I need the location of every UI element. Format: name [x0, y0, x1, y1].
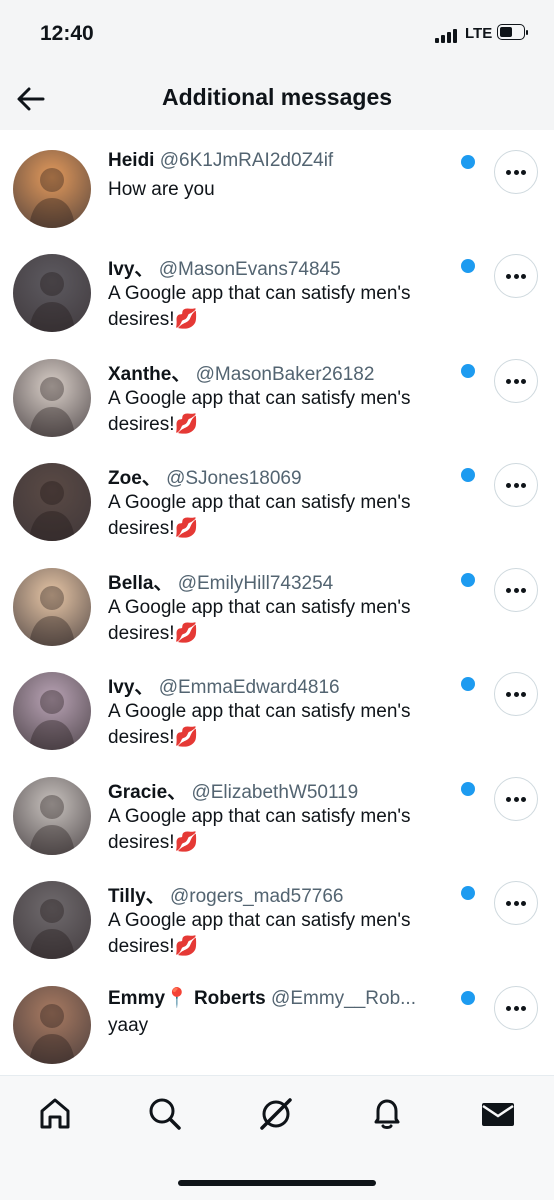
- more-options-button[interactable]: [494, 150, 538, 194]
- list-item[interactable]: Bella、 @EmilyHill743254 A Google app that…: [0, 548, 554, 652]
- message-preview: yaay: [108, 1015, 149, 1036]
- sender-name[interactable]: Bella、: [108, 573, 172, 594]
- tab-grok[interactable]: [256, 1094, 296, 1134]
- sender-line: Bella、 @EmilyHill743254: [108, 568, 458, 595]
- unread-dot: [461, 991, 475, 1005]
- unread-dot: [461, 155, 475, 169]
- sender-handle: @MasonEvans74845: [158, 259, 341, 280]
- tab-home[interactable]: [35, 1094, 75, 1134]
- search-icon: [149, 1098, 181, 1130]
- message-preview: A Google app that can satisfy men's desi…: [108, 492, 411, 539]
- sender-name[interactable]: Heidi: [108, 150, 154, 171]
- unread-dot: [461, 677, 475, 691]
- sender-line: Tilly、 @rogers_mad57766: [108, 881, 458, 908]
- sender-line: Zoe、 @SJones18069: [108, 463, 458, 490]
- unread-dot: [461, 468, 475, 482]
- avatar[interactable]: [13, 986, 91, 1064]
- sender-name[interactable]: Ivy、: [108, 259, 153, 280]
- list-item[interactable]: Tilly、 @rogers_mad57766 A Google app that…: [0, 861, 554, 965]
- unread-dot: [461, 782, 475, 796]
- sender-name[interactable]: Gracie、: [108, 782, 186, 803]
- tab-messages[interactable]: [478, 1094, 518, 1134]
- more-options-button[interactable]: [494, 777, 538, 821]
- avatar[interactable]: [13, 568, 91, 646]
- signal-icon: [435, 27, 461, 43]
- status-time: 12:40: [40, 22, 94, 45]
- avatar[interactable]: [13, 777, 91, 855]
- sender-handle: @6K1JmRAI2d0Z4if: [159, 150, 334, 171]
- more-options-button[interactable]: [494, 463, 538, 507]
- message-preview: A Google app that can satisfy men's desi…: [108, 388, 411, 435]
- sender-handle: @ElizabethW50119: [191, 782, 359, 803]
- tab-notifications[interactable]: [367, 1094, 407, 1134]
- sender-handle: @Emmy__Rob...: [271, 988, 416, 1009]
- sender-name[interactable]: Ivy、: [108, 677, 153, 698]
- bell-icon: [374, 1099, 400, 1129]
- sender-line: Emmy📍 Roberts @Emmy__Rob...: [108, 986, 458, 1010]
- more-options-button[interactable]: [494, 881, 538, 925]
- sender-name[interactable]: Tilly、: [108, 886, 165, 907]
- message-preview: A Google app that can satisfy men's desi…: [108, 597, 411, 644]
- avatar[interactable]: [13, 359, 91, 437]
- sender-name[interactable]: Xanthe、: [108, 364, 190, 385]
- more-options-button[interactable]: [494, 359, 538, 403]
- list-item[interactable]: Zoe、 @SJones18069 A Google app that can s…: [0, 443, 554, 547]
- message-preview: A Google app that can satisfy men's desi…: [108, 910, 411, 957]
- battery-icon: [497, 24, 529, 42]
- sender-handle: @MasonBaker26182: [195, 364, 375, 385]
- more-options-button[interactable]: [494, 254, 538, 298]
- sender-line: Gracie、 @ElizabethW50119: [108, 777, 458, 804]
- avatar[interactable]: [13, 672, 91, 750]
- tab-search[interactable]: [145, 1094, 185, 1134]
- sender-name[interactable]: Emmy📍 Roberts: [108, 988, 266, 1009]
- message-preview: How are you: [108, 179, 215, 200]
- unread-dot: [461, 573, 475, 587]
- unread-dot: [461, 259, 475, 273]
- avatar[interactable]: [13, 150, 91, 228]
- sender-line: Ivy、 @EmmaEdward4816: [108, 672, 458, 699]
- avatar[interactable]: [13, 463, 91, 541]
- unread-dot: [461, 364, 475, 378]
- message-preview: A Google app that can satisfy men's desi…: [108, 283, 411, 330]
- network-label: LTE: [465, 25, 493, 42]
- list-item[interactable]: Heidi @6K1JmRAI2d0Z4if How are you: [0, 130, 554, 234]
- sender-handle: @EmilyHill743254: [177, 573, 334, 594]
- page-title: Additional messages: [161, 84, 393, 110]
- list-item[interactable]: Emmy📍 Roberts @Emmy__Rob...yaay: [0, 966, 554, 1070]
- list-item[interactable]: Ivy、 @MasonEvans74845 A Google app that c…: [0, 234, 554, 338]
- more-options-button[interactable]: [494, 672, 538, 716]
- avatar[interactable]: [13, 254, 91, 332]
- list-item[interactable]: Xanthe、 @MasonBaker26182 A Google app tha…: [0, 339, 554, 443]
- sender-handle: @SJones18069: [166, 468, 302, 489]
- sender-handle: @EmmaEdward4816: [158, 677, 340, 698]
- avatar[interactable]: [13, 881, 91, 959]
- message-preview: A Google app that can satisfy men's desi…: [108, 806, 411, 853]
- sender-handle: @rogers_mad57766: [169, 886, 344, 907]
- mail-icon: [482, 1103, 514, 1126]
- header: Additional messages: [0, 70, 554, 130]
- sender-line: Xanthe、 @MasonBaker26182: [108, 359, 458, 386]
- unread-dot: [461, 886, 475, 900]
- sender-name[interactable]: Zoe、: [108, 468, 161, 489]
- sender-line: Ivy、 @MasonEvans74845: [108, 254, 458, 281]
- more-options-button[interactable]: [494, 568, 538, 612]
- status-bar: 12:40 LTE: [0, 0, 554, 70]
- list-item[interactable]: Gracie、 @ElizabethW50119 A Google app tha…: [0, 757, 554, 861]
- more-options-button[interactable]: [494, 986, 538, 1030]
- home-indicator: [178, 1180, 376, 1186]
- grok-icon: [260, 1098, 292, 1130]
- sender-line: Heidi @6K1JmRAI2d0Z4if: [108, 150, 458, 172]
- home-icon: [40, 1098, 70, 1129]
- message-preview: A Google app that can satisfy men's desi…: [108, 701, 411, 748]
- list-item[interactable]: Ivy、 @EmmaEdward4816 A Google app that ca…: [0, 652, 554, 756]
